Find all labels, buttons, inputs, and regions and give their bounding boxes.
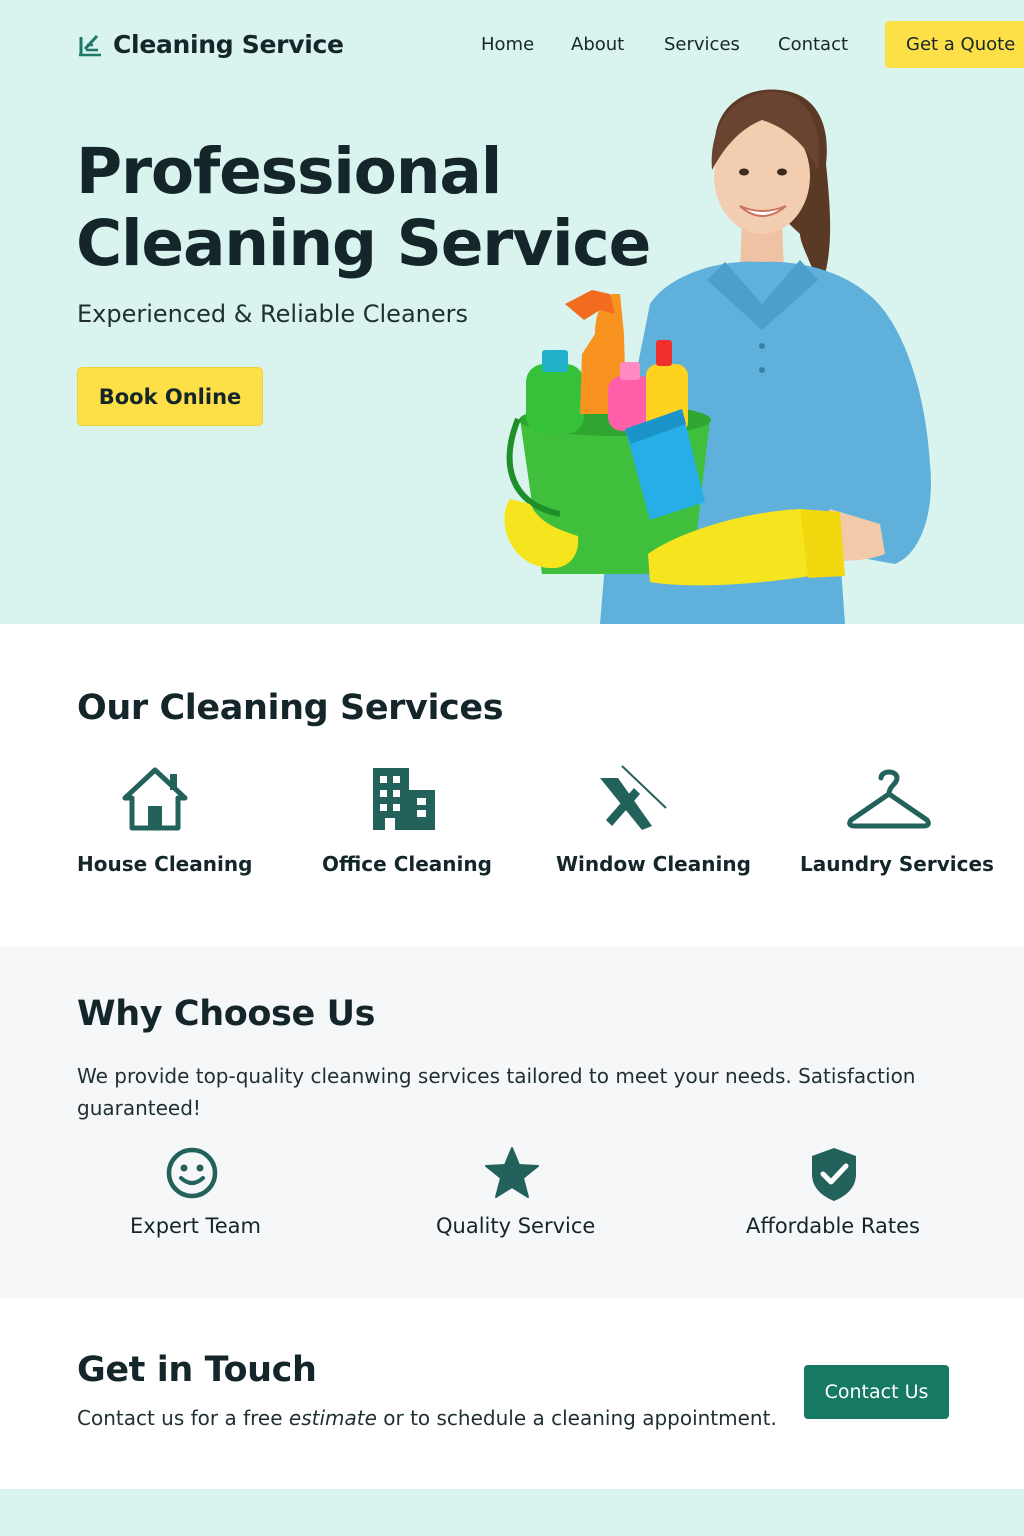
services-title: Our Cleaning Services xyxy=(77,688,504,728)
book-online-button[interactable]: Book Online xyxy=(77,367,263,426)
nav-services[interactable]: Services xyxy=(664,34,740,55)
get-quote-button[interactable]: Get a Quote xyxy=(885,21,1024,68)
contact-us-button[interactable]: Contact Us xyxy=(804,1365,949,1419)
nav-contact[interactable]: Contact xyxy=(778,34,848,55)
hanger-icon xyxy=(847,769,931,829)
service-label-office: Office Cleaning xyxy=(322,852,492,876)
hero-subtitle: Experienced & Reliable Cleaners xyxy=(77,300,468,328)
contact-text-emphasis: estimate xyxy=(288,1406,377,1430)
logo[interactable]: Cleaning Service xyxy=(77,30,344,59)
cleaner-illustration xyxy=(504,89,931,624)
service-label-laundry: Laundry Services xyxy=(800,852,994,876)
star-icon xyxy=(485,1147,539,1198)
contact-description: Contact us for a free estimate or to sch… xyxy=(77,1406,777,1430)
office-building-icon xyxy=(373,768,435,830)
broom-logo-icon xyxy=(79,34,101,56)
contact-text-start: Contact us for a free xyxy=(77,1406,289,1430)
hero-section: Cleaning Service Home About Services Con… xyxy=(0,0,1024,624)
service-label-window: Window Cleaning xyxy=(556,852,751,876)
service-label-house: House Cleaning xyxy=(77,852,253,876)
nav-home[interactable]: Home xyxy=(481,34,534,55)
shield-check-icon xyxy=(812,1148,856,1201)
squeegee-icon xyxy=(600,765,667,830)
why-title: Why Choose Us xyxy=(77,994,376,1034)
services-section: Our Cleaning Services House Cleaning Off… xyxy=(0,624,1024,946)
footer-band xyxy=(0,1489,1024,1536)
why-section: Why Choose Us We provide top-quality cle… xyxy=(0,946,1024,1298)
contact-text-end: or to schedule a cleaning appointment. xyxy=(376,1406,777,1430)
contact-title: Get in Touch xyxy=(77,1350,317,1390)
feature-label-affordable: Affordable Rates xyxy=(746,1214,920,1238)
smiley-icon xyxy=(166,1147,218,1199)
nav-about[interactable]: About xyxy=(571,34,624,55)
feature-label-expert: Expert Team xyxy=(130,1214,261,1238)
why-description: We provide top-quality cleanwing service… xyxy=(77,1064,916,1120)
feature-label-quality: Quality Service xyxy=(436,1214,596,1238)
logo-text: Cleaning Service xyxy=(113,30,344,59)
house-icon xyxy=(122,767,188,831)
contact-section: Get in Touch Contact us for a free estim… xyxy=(0,1298,1024,1488)
